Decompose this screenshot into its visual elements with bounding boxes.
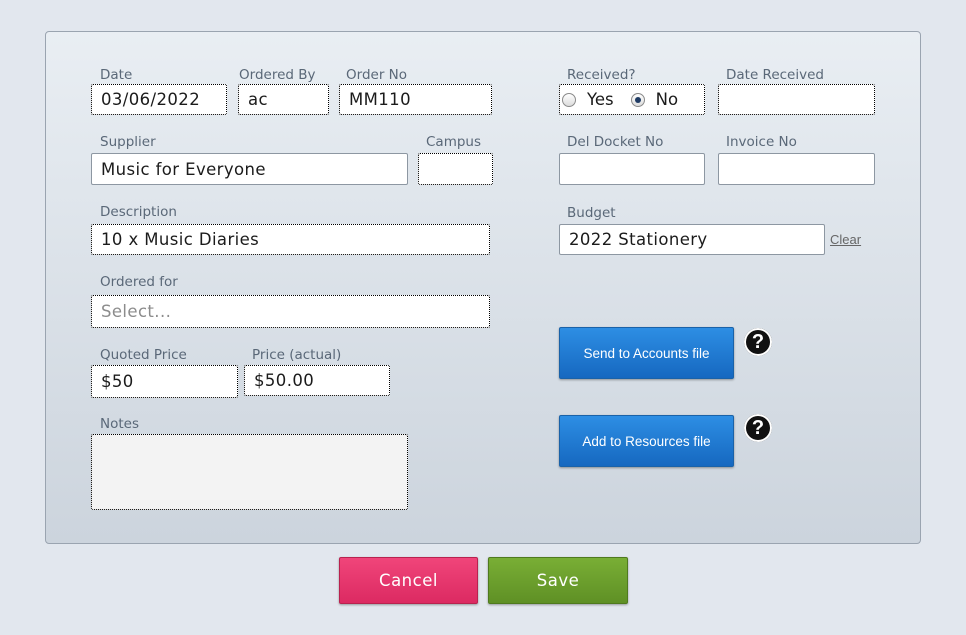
ordered-for-select[interactable]: Select... <box>91 295 490 328</box>
received-no-radio[interactable] <box>630 92 645 107</box>
invoice-no-field[interactable] <box>718 153 875 185</box>
price-actual-field[interactable]: $50.00 <box>244 365 390 396</box>
received-label: Received? <box>567 67 636 83</box>
order-no-field[interactable]: MM110 <box>339 84 492 115</box>
send-to-accounts-button[interactable]: Send to Accounts file <box>559 327 734 379</box>
supplier-field[interactable]: Music for Everyone <box>91 153 408 185</box>
description-field[interactable]: 10 x Music Diaries <box>91 224 490 255</box>
ordered-by-label: Ordered By <box>239 67 316 83</box>
order-no-label: Order No <box>346 67 408 83</box>
add-to-resources-button[interactable]: Add to Resources file <box>559 415 734 467</box>
budget-field[interactable]: 2022 Stationery <box>559 224 825 255</box>
supplier-label: Supplier <box>100 134 156 150</box>
date-field[interactable]: 03/06/2022 <box>91 84 227 115</box>
ordered-for-label: Ordered for <box>100 274 178 290</box>
invoice-no-label: Invoice No <box>726 134 797 150</box>
ordered-by-field[interactable]: ac <box>238 84 329 115</box>
budget-label: Budget <box>567 205 616 221</box>
send-accounts-help-icon[interactable]: ? <box>744 328 772 356</box>
quoted-price-field[interactable]: $50 <box>91 365 238 398</box>
notes-label: Notes <box>100 416 139 432</box>
quoted-price-label: Quoted Price <box>100 347 187 363</box>
campus-field[interactable] <box>418 153 493 185</box>
price-actual-label: Price (actual) <box>252 347 342 363</box>
budget-clear-link[interactable]: Clear <box>830 232 861 247</box>
description-label: Description <box>100 204 177 220</box>
add-resources-help-icon[interactable]: ? <box>744 414 772 442</box>
received-yes-label: Yes <box>587 90 614 109</box>
notes-textarea[interactable] <box>91 434 408 510</box>
cancel-button[interactable]: Cancel <box>339 557 478 604</box>
campus-label: Campus <box>426 134 482 150</box>
date-received-label: Date Received <box>726 67 824 83</box>
del-docket-no-field[interactable] <box>559 153 705 185</box>
save-button[interactable]: Save <box>488 557 628 604</box>
received-yes-radio[interactable] <box>562 92 576 107</box>
received-no-label: No <box>655 90 679 109</box>
date-received-field[interactable] <box>718 84 875 115</box>
received-radio-group: Yes No <box>559 84 705 115</box>
date-label: Date <box>100 67 133 83</box>
del-docket-no-label: Del Docket No <box>567 134 664 150</box>
